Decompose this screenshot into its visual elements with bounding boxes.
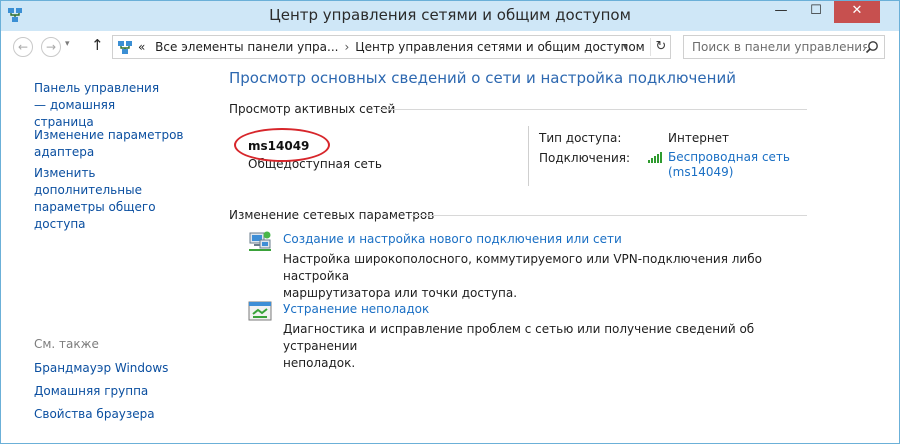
description-line: неполадок.	[283, 356, 356, 370]
wireless-connection-name: Беспроводная сеть	[668, 150, 791, 164]
setup-connection-description: Настройка широкополосного, коммутируемог…	[283, 251, 803, 302]
troubleshoot-link[interactable]: Устранение неполадок	[283, 302, 429, 316]
see-also-heading: См. также	[34, 337, 99, 351]
breadcrumb-item-network-center[interactable]: Центр управления сетями и общим доступом	[355, 40, 644, 54]
change-settings-heading: Изменение сетевых параметров	[229, 208, 435, 222]
sidebar-link-control-panel-home[interactable]: Панель управления — домашняя страница	[34, 80, 174, 131]
close-button[interactable]: ✕	[834, 1, 880, 23]
page-title: Просмотр основных сведений о сети и наст…	[229, 69, 736, 87]
refresh-button[interactable]: ↻	[650, 38, 671, 56]
control-panel-icon	[118, 41, 132, 54]
wireless-signal-icon	[648, 152, 662, 163]
breadcrumb-overflow[interactable]: «	[138, 40, 145, 54]
search-input[interactable]	[684, 36, 875, 58]
search-icon[interactable]	[865, 40, 879, 54]
maximize-button[interactable]: ☐	[799, 1, 833, 23]
back-button[interactable]: ←	[13, 37, 33, 57]
forward-button[interactable]: →	[41, 37, 61, 57]
setup-connection-link[interactable]: Создание и настройка нового подключения …	[283, 232, 622, 246]
window: Центр управления сетями и общим доступом…	[0, 0, 900, 444]
description-line: Диагностика и исправление проблем с сеть…	[283, 322, 755, 353]
active-networks-heading: Просмотр активных сетей	[229, 102, 396, 116]
address-bar[interactable]: « Все элементы панели упра... › Центр упра…	[112, 35, 671, 59]
section-divider	[379, 109, 807, 110]
breadcrumb: « Все элементы панели упра... › Центр упра…	[138, 40, 645, 54]
breadcrumb-item-all-items[interactable]: Все элементы панели упра...	[149, 40, 338, 54]
minimize-button[interactable]: —	[764, 1, 798, 23]
title-bar: Центр управления сетями и общим доступом…	[1, 1, 899, 31]
breadcrumb-separator[interactable]: ›	[338, 40, 355, 54]
access-type-value: Интернет	[668, 131, 730, 145]
troubleshoot-description: Диагностика и исправление проблем с сеть…	[283, 321, 803, 372]
wireless-connection-link[interactable]: Беспроводная сеть (ms14049)	[668, 150, 790, 180]
sidebar-link-adapter-settings[interactable]: Изменение параметров адаптера	[34, 127, 184, 161]
recent-locations-dropdown-icon[interactable]: ▾	[65, 39, 70, 49]
sidebar-link-firewall[interactable]: Брандмауэр Windows	[34, 360, 168, 377]
highlight-annotation	[234, 128, 330, 162]
description-line: маршрутизатора или точки доступа.	[283, 286, 518, 300]
section-divider	[411, 215, 807, 216]
troubleshoot-icon	[248, 301, 272, 321]
navigation-bar: ← → ▾ ↑ « Все элементы панели упра... › Це…	[1, 31, 899, 63]
network-info-divider	[528, 126, 529, 186]
sidebar-link-homegroup[interactable]: Домашняя группа	[34, 383, 148, 400]
address-dropdown-icon[interactable]: ▾	[623, 42, 628, 53]
wireless-connection-ssid: (ms14049)	[668, 165, 734, 179]
network-setup-icon	[249, 231, 271, 251]
description-line: Настройка широкополосного, коммутируемог…	[283, 252, 762, 283]
connections-label: Подключения:	[539, 151, 631, 165]
up-button[interactable]: ↑	[91, 36, 104, 54]
sidebar-link-internet-options[interactable]: Свойства браузера	[34, 406, 155, 423]
sidebar-link-advanced-sharing[interactable]: Изменить дополнительные параметры общего…	[34, 165, 204, 233]
access-type-label: Тип доступа:	[539, 131, 622, 145]
search-box[interactable]	[683, 35, 885, 59]
